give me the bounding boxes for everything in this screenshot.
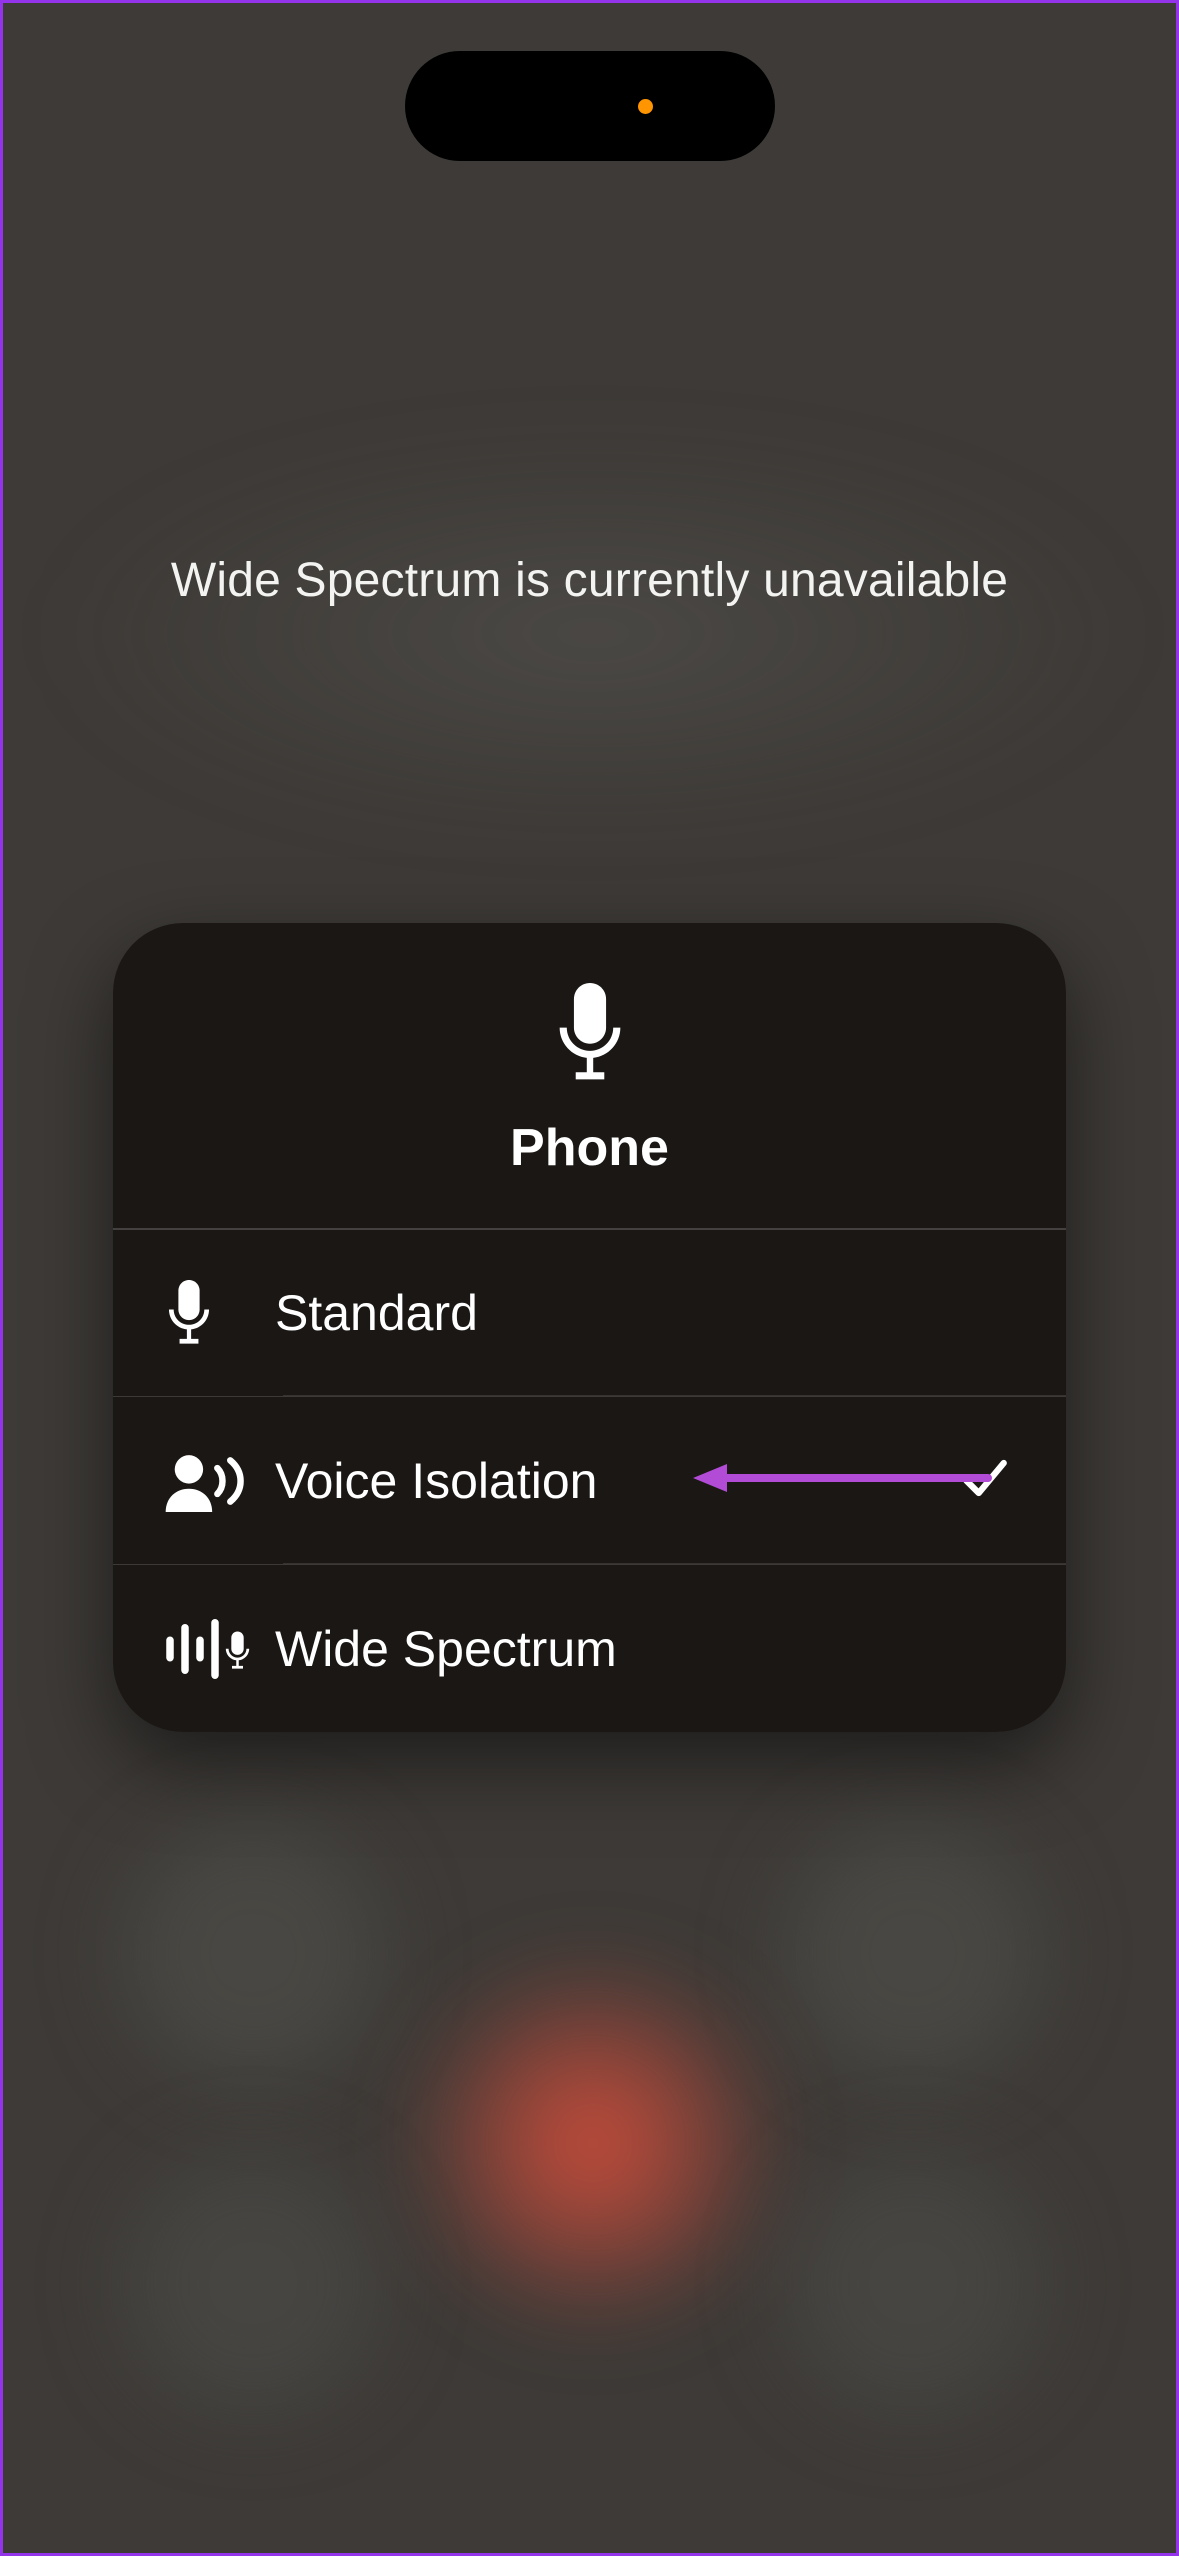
checkmark-icon	[960, 1453, 1010, 1508]
option-label: Standard	[275, 1284, 1010, 1342]
dynamic-island[interactable]	[405, 51, 775, 161]
status-message: Wide Spectrum is currently unavailable	[3, 553, 1176, 608]
wide-spectrum-icon	[165, 1614, 275, 1684]
option-standard[interactable]: Standard	[113, 1228, 1066, 1396]
card-header: Phone	[113, 923, 1066, 1228]
card-title: Phone	[510, 1118, 669, 1178]
option-voice-isolation[interactable]: Voice Isolation	[113, 1396, 1066, 1564]
mic-mode-card: Phone Standard Voice Isolat	[113, 923, 1066, 1732]
mic-indicator-dot	[638, 99, 653, 114]
voice-isolation-icon	[165, 1450, 275, 1512]
microphone-icon	[165, 1280, 275, 1346]
option-label: Wide Spectrum	[275, 1620, 1010, 1678]
mic-mode-options: Standard Voice Isolation	[113, 1228, 1066, 1732]
option-label: Voice Isolation	[275, 1452, 960, 1510]
microphone-icon	[554, 983, 626, 1088]
option-wide-spectrum[interactable]: Wide Spectrum	[113, 1564, 1066, 1732]
